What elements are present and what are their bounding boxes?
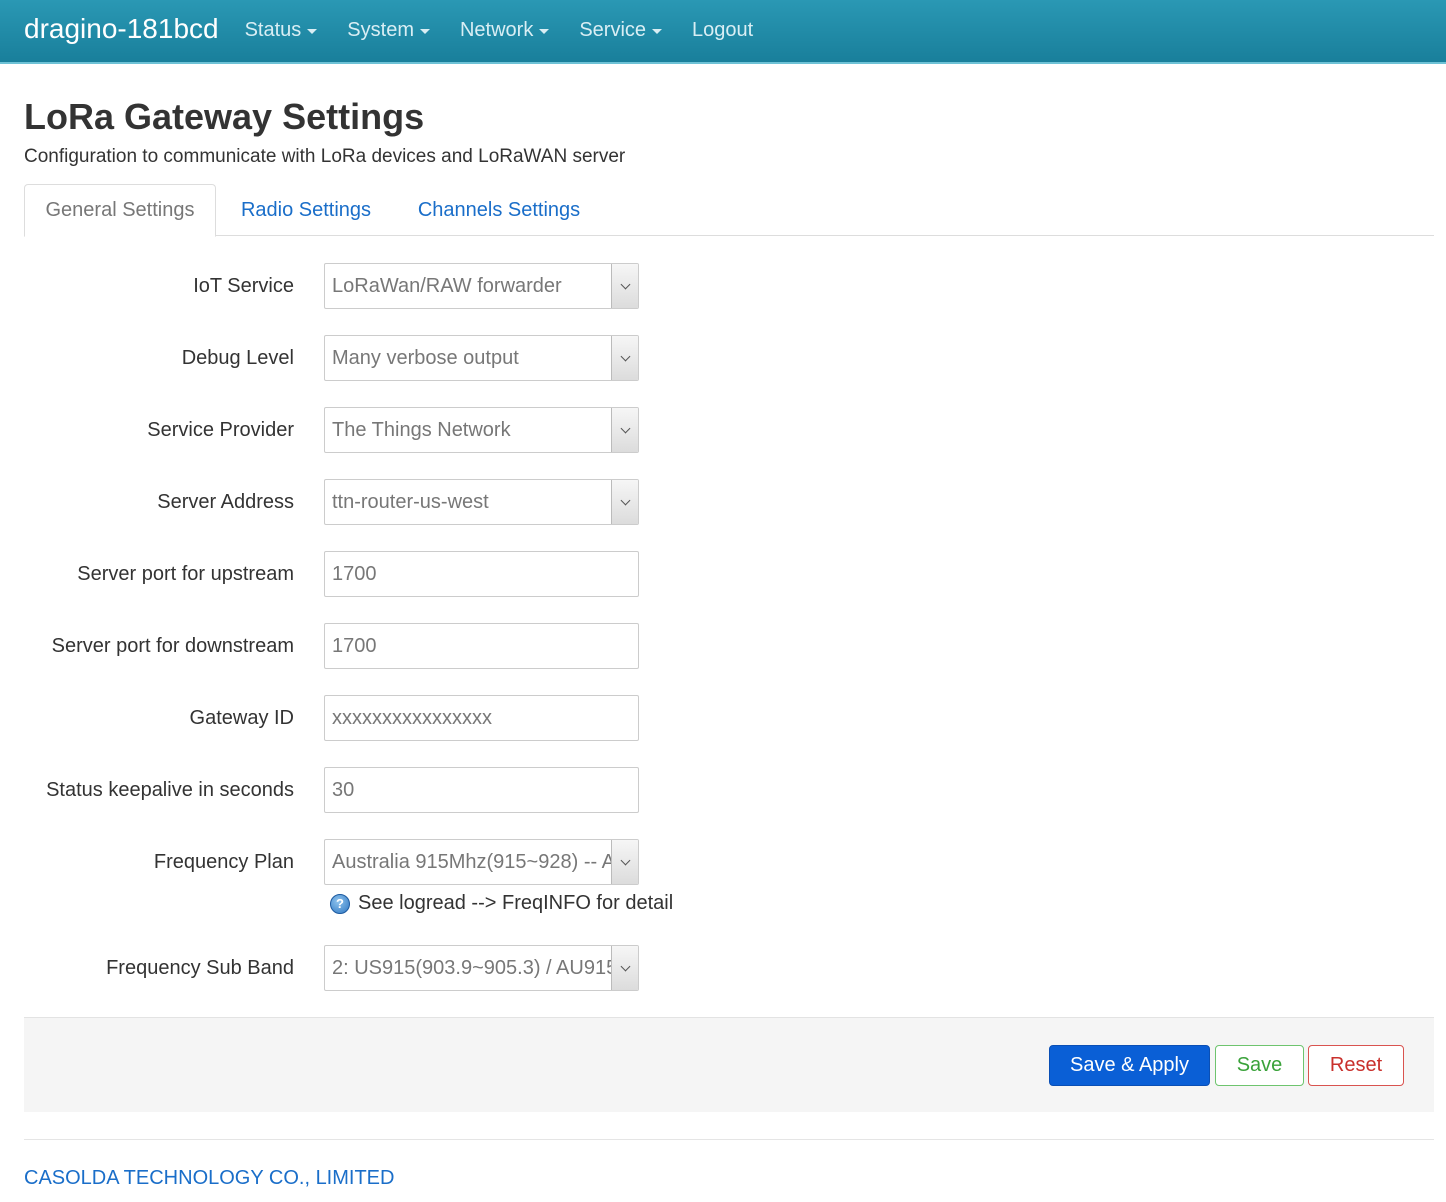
chevron-down-icon	[620, 961, 630, 971]
dropdown-arrow[interactable]	[611, 336, 638, 380]
form-row-keepalive: Status keepalive in seconds 30	[0, 767, 700, 813]
frequency-sub-band-select[interactable]: 2: US915(903.9~905.3) / AU915(917.5~918.…	[324, 945, 639, 991]
downstream-port-input[interactable]: 1700	[324, 623, 639, 669]
save-apply-button[interactable]: Save & Apply	[1049, 1045, 1210, 1086]
select-value: The Things Network	[332, 418, 511, 441]
gateway-id-input[interactable]: xxxxxxxxxxxxxxxx	[324, 695, 639, 741]
form-row-server-address: Server Address ttn-router-us-west	[0, 479, 700, 525]
chevron-down-icon	[620, 423, 630, 433]
frequency-plan-help: ? See logread --> FreqINFO for detail	[330, 892, 673, 915]
iot-service-select[interactable]: LoRaWan/RAW forwarder	[324, 263, 639, 309]
dropdown-arrow[interactable]	[611, 264, 638, 308]
form-row-port-downstream: Server port for downstream 1700	[0, 623, 700, 669]
caret-down-icon	[419, 28, 430, 34]
nav-item-system[interactable]: System	[347, 19, 430, 42]
field-label: Server port for downstream	[51, 634, 294, 657]
form-actions-bar: Save & Apply Save Reset	[24, 1017, 1434, 1112]
page-description: Configuration to communicate with LoRa d…	[24, 146, 626, 167]
field-label: IoT Service	[193, 274, 294, 297]
select-value: 2: US915(903.9~905.3) / AU915(917.5~918.…	[332, 956, 612, 979]
help-icon: ?	[330, 893, 350, 914]
nav-item-label: Service	[579, 18, 647, 41]
form-row-iot-service: IoT Service LoRaWan/RAW forwarder	[0, 263, 700, 309]
tab-general-settings[interactable]: General Settings	[24, 184, 216, 237]
nav-item-label: System	[347, 18, 414, 41]
dropdown-arrow[interactable]	[611, 408, 638, 452]
field-label: Frequency Plan	[153, 850, 294, 873]
field-label: Service Provider	[147, 418, 294, 441]
field-label: Status keepalive in seconds	[46, 778, 294, 801]
debug-level-select[interactable]: Many verbose output	[324, 335, 639, 381]
form-row-service-provider: Service Provider The Things Network	[0, 407, 700, 453]
field-label: Server port for upstream	[77, 562, 294, 585]
nav-item-label: Network	[459, 18, 534, 41]
dropdown-arrow[interactable]	[611, 840, 638, 884]
select-value: LoRaWan/RAW forwarder	[332, 274, 562, 297]
caret-down-icon	[652, 28, 663, 34]
tab-radio-settings[interactable]: Radio Settings	[232, 184, 380, 236]
page-title: LoRa Gateway Settings	[24, 96, 425, 137]
footer-company-link[interactable]: CASOLDA TECHNOLOGY CO., LIMITED	[24, 1167, 394, 1190]
nav-item-status[interactable]: Status	[245, 19, 318, 42]
dropdown-arrow[interactable]	[611, 946, 638, 990]
field-label: Debug Level	[181, 346, 294, 369]
settings-tabs: General Settings Radio Settings Channels…	[24, 184, 1434, 237]
select-value: Australia 915Mhz(915~928) -- AU915	[332, 850, 612, 873]
select-value: ttn-router-us-west	[332, 490, 489, 513]
form-row-frequency-sub-band: Frequency Sub Band 2: US915(903.9~905.3)…	[0, 945, 700, 991]
nav-menu: Status System Network Service Logout	[245, 19, 784, 42]
caret-down-icon	[307, 28, 318, 34]
tab-channels-settings[interactable]: Channels Settings	[408, 184, 590, 236]
select-value: Many verbose output	[332, 346, 519, 369]
form-row-debug-level: Debug Level Many verbose output	[0, 335, 700, 381]
nav-item-label: Status	[244, 18, 302, 41]
top-navbar: dragino-181bcd Status System Network Ser…	[0, 0, 1446, 64]
field-label: Frequency Sub Band	[106, 956, 294, 979]
nav-item-label: Logout	[692, 18, 754, 41]
upstream-port-input[interactable]: 1700	[324, 551, 639, 597]
footer-divider	[24, 1139, 1434, 1140]
service-provider-select[interactable]: The Things Network	[324, 407, 639, 453]
help-text: See logread --> FreqINFO for detail	[358, 892, 674, 914]
form-row-frequency-plan: Frequency Plan Australia 915Mhz(915~928)…	[0, 839, 700, 885]
brand-hostname[interactable]: dragino-181bcd	[24, 15, 219, 43]
nav-item-logout[interactable]: Logout	[692, 19, 753, 42]
chevron-down-icon	[620, 495, 630, 505]
field-label: Gateway ID	[189, 706, 294, 729]
chevron-down-icon	[620, 351, 630, 361]
save-button[interactable]: Save	[1215, 1045, 1304, 1086]
reset-button[interactable]: Reset	[1308, 1045, 1404, 1086]
keepalive-input[interactable]: 30	[324, 767, 639, 813]
field-label: Server Address	[157, 490, 294, 513]
nav-item-service[interactable]: Service	[579, 18, 663, 42]
chevron-down-icon	[620, 855, 630, 865]
nav-item-network[interactable]: Network	[459, 18, 550, 42]
frequency-plan-select[interactable]: Australia 915Mhz(915~928) -- AU915	[324, 839, 639, 885]
form-row-gateway-id: Gateway ID xxxxxxxxxxxxxxxx	[0, 695, 700, 741]
server-address-select[interactable]: ttn-router-us-west	[324, 479, 639, 525]
chevron-down-icon	[620, 279, 630, 289]
dropdown-arrow[interactable]	[611, 480, 638, 524]
caret-down-icon	[539, 28, 550, 34]
form-row-port-upstream: Server port for upstream 1700	[0, 551, 700, 597]
